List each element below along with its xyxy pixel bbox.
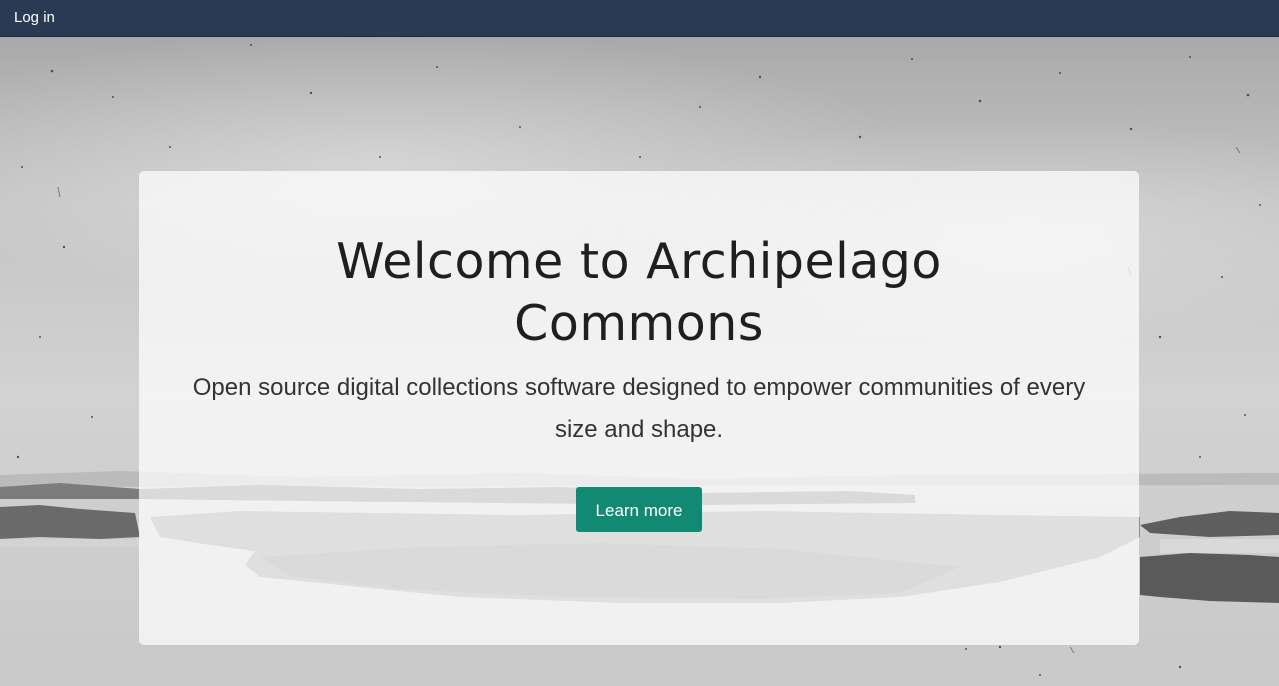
login-link[interactable]: Log in <box>14 9 55 27</box>
hero-title: Welcome to Archipelago Commons <box>139 231 1139 355</box>
top-navbar: Log in <box>0 0 1279 37</box>
hero-tagline: Open source digital collections software… <box>192 374 1086 443</box>
learn-more-button[interactable]: Learn more <box>576 487 702 532</box>
hero-title-line1: Welcome to Archipelago <box>336 233 942 290</box>
hero-card: Welcome to Archipelago Commons Open sour… <box>139 171 1139 645</box>
hero-section: Welcome to Archipelago Commons Open sour… <box>0 37 1279 686</box>
hero-title-line2: Commons <box>514 295 764 352</box>
